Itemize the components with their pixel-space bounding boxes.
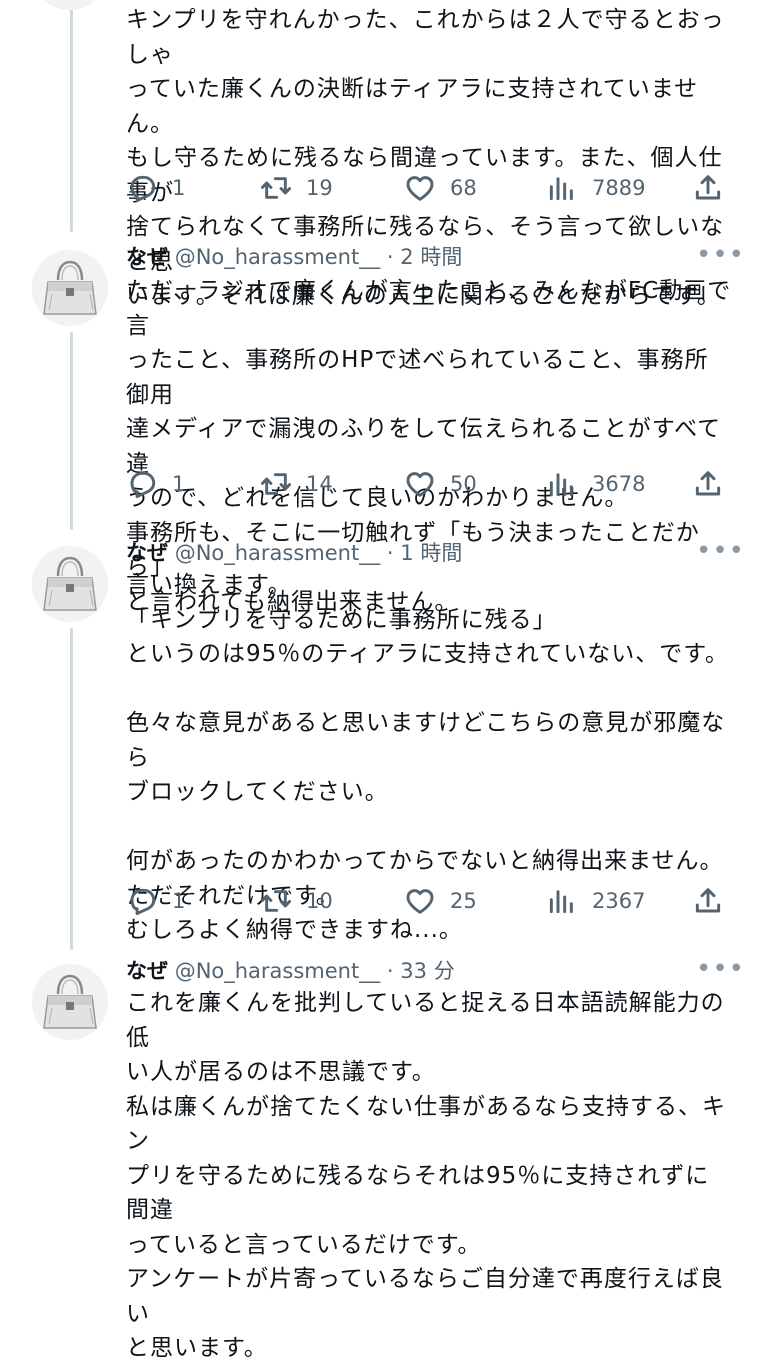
- more-icon[interactable]: •••: [696, 536, 745, 566]
- views-count: 3678: [592, 472, 646, 496]
- share-icon: [692, 468, 724, 500]
- user-avatar[interactable]: [32, 546, 108, 622]
- like-count: 50: [450, 472, 477, 496]
- views-icon: [546, 885, 578, 917]
- thread-line: [70, 628, 73, 950]
- thread-line: [70, 0, 73, 232]
- views-count: 7889: [592, 176, 646, 200]
- reply-button[interactable]: 1: [126, 466, 185, 502]
- retweet-button[interactable]: 10: [260, 883, 333, 919]
- tweet-actions: 1 10 25 2367: [126, 883, 732, 919]
- retweet-count: 14: [306, 472, 333, 496]
- tweet-header: なぜ @No_harassment__ · 33 分: [126, 956, 455, 986]
- user-handle[interactable]: @No_harassment__: [175, 959, 381, 983]
- user-avatar[interactable]: [32, 0, 108, 10]
- share-icon: [692, 885, 724, 917]
- reply-count: 1: [172, 176, 186, 200]
- tweet-header: なぜ @No_harassment__ · 2 時間: [126, 242, 462, 272]
- separator: ·: [386, 541, 394, 565]
- tweet-actions: 1 14 50 3678: [126, 466, 732, 502]
- like-count: 68: [450, 176, 477, 200]
- like-count: 25: [450, 889, 477, 913]
- share-button[interactable]: [692, 170, 724, 206]
- reply-count: 1: [172, 889, 186, 913]
- reply-icon: [126, 172, 158, 204]
- handbag-avatar-icon: [32, 0, 108, 10]
- display-name[interactable]: なぜ: [126, 245, 168, 269]
- separator: ·: [386, 245, 394, 269]
- like-button[interactable]: 25: [404, 883, 477, 919]
- retweet-count: 19: [306, 176, 333, 200]
- separator: ·: [386, 959, 394, 983]
- tweet-text: これを廉くんを批判していると捉える日本語読解能力の低 い人が居るのは不思議です。…: [126, 990, 726, 1361]
- share-button[interactable]: [692, 883, 724, 919]
- handbag-avatar-icon: [32, 964, 108, 1040]
- views-button[interactable]: 7889: [546, 170, 645, 206]
- like-button[interactable]: 68: [404, 170, 477, 206]
- heart-icon: [404, 468, 436, 500]
- reply-icon: [126, 885, 158, 917]
- user-avatar[interactable]: [32, 250, 108, 326]
- more-icon[interactable]: •••: [696, 954, 745, 984]
- retweet-count: 10: [306, 889, 333, 913]
- views-icon: [546, 468, 578, 500]
- handbag-avatar-icon: [32, 250, 108, 326]
- reply-count: 1: [172, 472, 186, 496]
- user-handle[interactable]: @No_harassment__: [175, 541, 381, 565]
- display-name[interactable]: なぜ: [126, 541, 168, 565]
- heart-icon: [404, 172, 436, 204]
- retweet-button[interactable]: 14: [260, 466, 333, 502]
- retweet-icon: [260, 468, 292, 500]
- like-button[interactable]: 50: [404, 466, 477, 502]
- user-handle[interactable]: @No_harassment__: [175, 245, 381, 269]
- timestamp[interactable]: 1 時間: [400, 541, 462, 565]
- reply-icon: [126, 468, 158, 500]
- thread-line: [70, 332, 73, 530]
- timestamp[interactable]: 2 時間: [400, 245, 462, 269]
- retweet-icon: [260, 172, 292, 204]
- views-count: 2367: [592, 889, 646, 913]
- timestamp[interactable]: 33 分: [400, 959, 454, 983]
- handbag-avatar-icon: [32, 546, 108, 622]
- views-button[interactable]: 2367: [546, 883, 645, 919]
- display-name[interactable]: なぜ: [126, 959, 168, 983]
- more-icon[interactable]: •••: [696, 240, 745, 270]
- retweet-button[interactable]: 19: [260, 170, 333, 206]
- views-button[interactable]: 3678: [546, 466, 645, 502]
- tweet-header: なぜ @No_harassment__ · 1 時間: [126, 538, 462, 568]
- share-icon: [692, 172, 724, 204]
- retweet-icon: [260, 885, 292, 917]
- tweet-actions: 1 19 68 7889: [126, 170, 732, 206]
- reply-button[interactable]: 1: [126, 883, 185, 919]
- heart-icon: [404, 885, 436, 917]
- share-button[interactable]: [692, 466, 724, 502]
- views-icon: [546, 172, 578, 204]
- reply-button[interactable]: 1: [126, 170, 185, 206]
- user-avatar[interactable]: [32, 964, 108, 1040]
